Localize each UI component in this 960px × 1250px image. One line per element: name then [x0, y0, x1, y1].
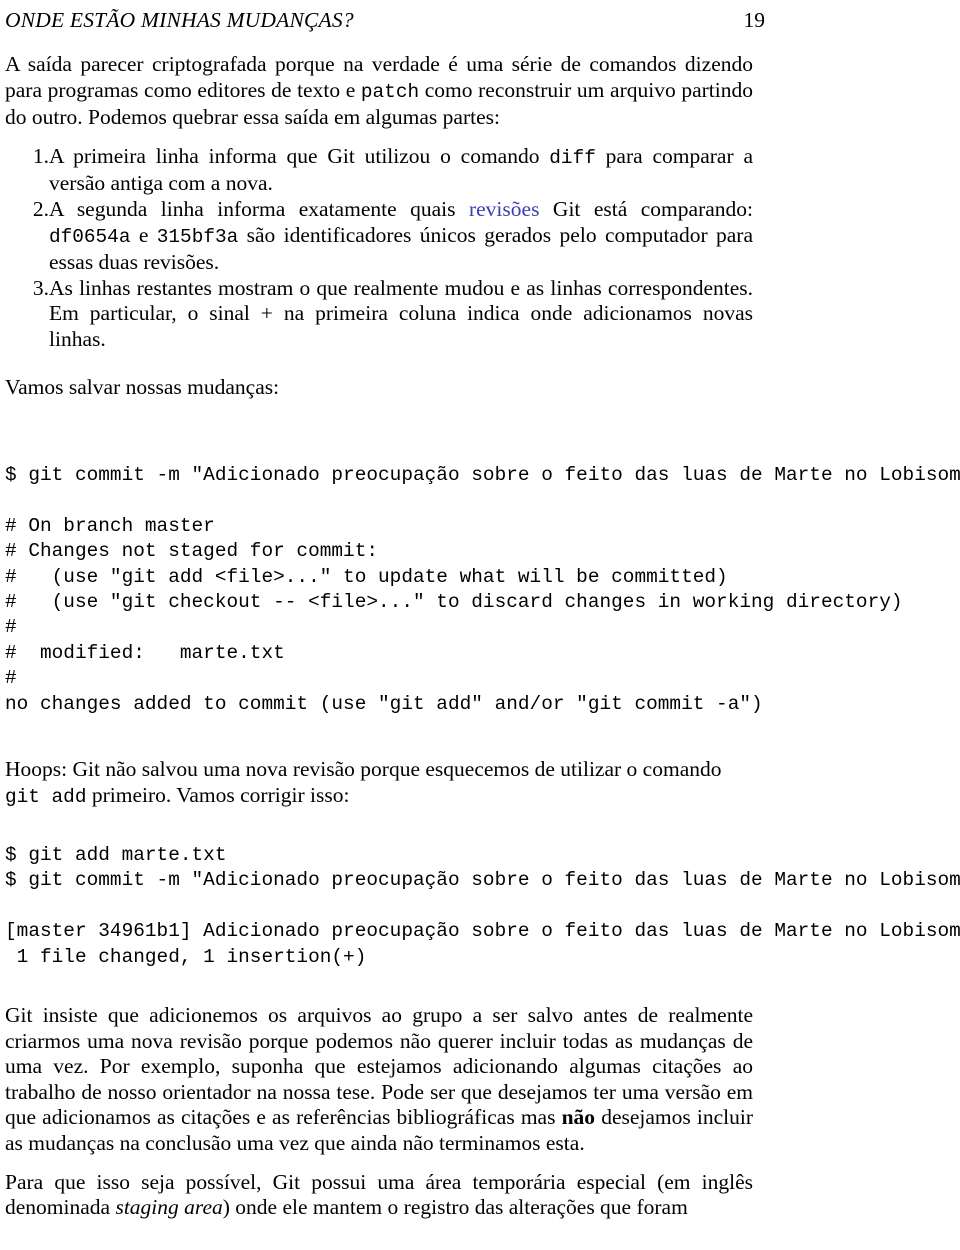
hoops-part1: Hoops: Git não salvou uma nova revisão p… — [5, 757, 722, 781]
list-item-number: 2. — [32, 196, 49, 221]
list-item-2-part3: e — [130, 222, 157, 247]
inline-code-315bf3a: 315bf3a — [156, 225, 239, 248]
terminal-block-1-wrapper: $ git commit -m "Adicionado preocupação … — [5, 463, 960, 717]
list-item-1-part1: A primeira linha informa que Git utilizo… — [49, 143, 550, 168]
list-item-text: A segunda linha informa exatamente quais… — [49, 197, 753, 276]
emphasis-nao: não — [561, 1105, 596, 1130]
hoops-part2: primeiro. Vamos corrigir isso: — [86, 782, 350, 807]
list-item-2-part2: Git está comparando: — [539, 196, 754, 221]
list-item-2-part1: A segunda linha informa exatamente quais — [49, 196, 469, 221]
inline-code-df0654a: df0654a — [49, 225, 131, 248]
list-item: 3. As linhas restantes mostram o que rea… — [5, 276, 753, 353]
terminal-block-2-wrapper: $ git add marte.txt $ git commit -m "Adi… — [5, 843, 960, 970]
inline-code-patch: patch — [360, 80, 420, 103]
list-item-number: 1. — [32, 143, 49, 168]
inline-code-diff: diff — [549, 146, 596, 169]
page-number: 19 — [743, 8, 766, 32]
list-item-text: A primeira linha informa que Git utilizo… — [49, 144, 753, 197]
paragraph-staging: Para que isso seja possível, Git possui … — [5, 1170, 753, 1221]
list-item-number: 3. — [32, 275, 49, 300]
intro-paragraph: A saída parecer criptografada porque na … — [5, 52, 753, 131]
page-header-title: ONDE ESTÃO MINHAS MUDANÇAS? — [5, 8, 354, 32]
staging-part2: ) onde ele mantem o registro das alteraç… — [222, 1195, 688, 1220]
list-item-text: As linhas restantes mostram o que realme… — [49, 276, 753, 353]
page-header: ONDE ESTÃO MINHAS MUDANÇAS? 19 — [5, 8, 765, 38]
closing-paragraphs: Git insiste que adicionemos os arquivos … — [5, 1003, 753, 1221]
numbered-list: 1. A primeira linha informa que Git util… — [5, 144, 753, 353]
list-item: 2. A segunda linha informa exatamente qu… — [5, 197, 753, 276]
terminal-block-2: $ git add marte.txt $ git commit -m "Adi… — [5, 844, 960, 968]
link-revisoes[interactable]: revisões — [469, 197, 539, 221]
list-item-3-part1: As linhas restantes mostram o que realme… — [49, 275, 753, 351]
page-content: A saída parecer criptografada porque na … — [5, 52, 753, 400]
document-page: ONDE ESTÃO MINHAS MUDANÇAS? 19 A saída p… — [0, 0, 960, 1250]
hoops-paragraph-wrapper: Hoops: Git não salvou uma nova revisão p… — [5, 757, 753, 810]
paragraph-insiste: Git insiste que adicionemos os arquivos … — [5, 1003, 753, 1157]
hoops-paragraph: Hoops: Git não salvou uma nova revisão p… — [5, 757, 753, 810]
italic-staging-area: staging area — [115, 1195, 223, 1220]
terminal-block-1: $ git commit -m "Adicionado preocupação … — [5, 464, 960, 715]
list-item: 1. A primeira linha informa que Git util… — [5, 144, 753, 197]
inline-code-git-add: git add — [5, 785, 87, 808]
save-intro-paragraph: Vamos salvar nossas mudanças: — [5, 374, 280, 399]
